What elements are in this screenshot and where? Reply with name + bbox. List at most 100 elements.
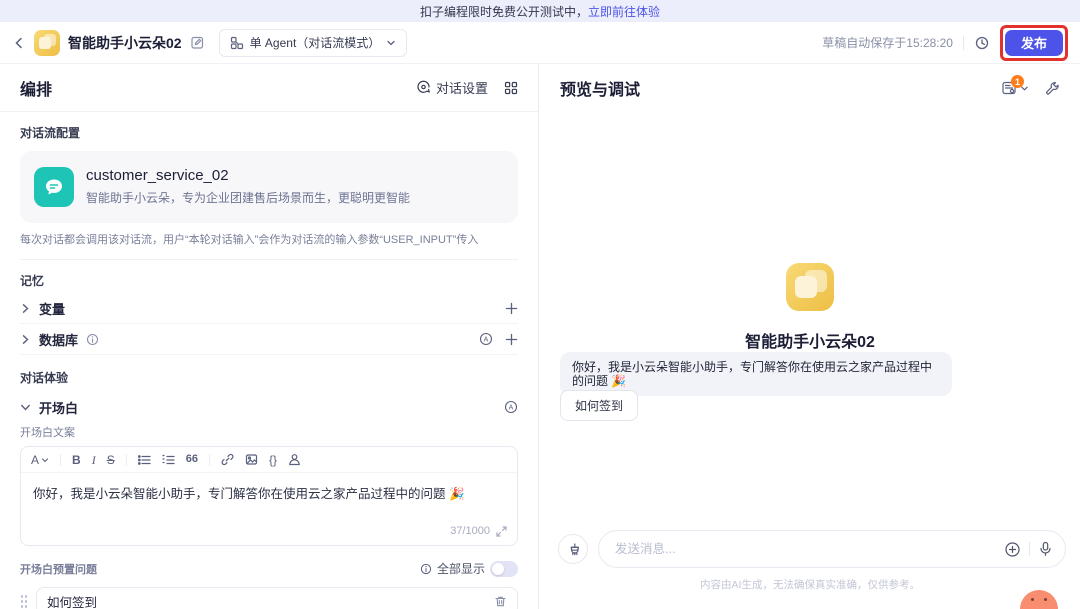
image-icon[interactable] xyxy=(245,453,258,466)
editor-footer: 37/1000 xyxy=(21,525,517,545)
edit-icon[interactable] xyxy=(190,35,205,50)
promo-link[interactable]: 立即前往体验 xyxy=(588,3,660,20)
italic-icon[interactable]: I xyxy=(92,454,96,466)
agent-mode-label: 单 Agent（对话流模式） xyxy=(249,36,381,50)
back-icon[interactable] xyxy=(12,36,26,50)
orchestration-panel: 编排 对话设置 对话流配置 customer_service_02 智能助手小云… xyxy=(0,64,539,609)
chat-input-bar xyxy=(540,530,1080,568)
publish-button[interactable]: 发布 xyxy=(1004,29,1063,56)
chevron-down-icon[interactable] xyxy=(20,402,31,413)
notification-badge: 1 xyxy=(1011,75,1024,88)
bold-icon[interactable]: B xyxy=(72,454,81,466)
microphone-icon[interactable] xyxy=(1038,541,1053,557)
opening-text-input[interactable]: 你好，我是小云朵智能小助手，专门解答你在使用云之家产品过程中的问题 🎉 xyxy=(21,473,517,525)
chevron-right-icon[interactable] xyxy=(20,334,31,345)
app-window: 扣子编程限时免费公开测试中， 立即前往体验 智能助手小云朵02 单 Agent（对… xyxy=(0,0,1080,609)
preset-question-header: 开场白预置问题 全部显示 xyxy=(20,560,518,577)
workflow-icon xyxy=(230,36,243,49)
bot-intro: 智能助手小云朵02 xyxy=(540,263,1080,352)
person-icon[interactable] xyxy=(288,453,301,466)
mascot-peek[interactable] xyxy=(1020,590,1058,609)
add-variable-icon[interactable] xyxy=(505,302,518,315)
suggested-question-chip[interactable]: 如何签到 xyxy=(560,390,639,421)
clear-history-icon[interactable] xyxy=(558,534,588,564)
orchestration-header: 编排 对话设置 xyxy=(0,64,538,112)
flow-section-label: 对话流配置 xyxy=(20,126,81,140)
bot-avatar xyxy=(34,29,60,56)
opening-row: 开场白 A xyxy=(20,392,518,422)
memory-section-label: 记忆 xyxy=(20,274,45,288)
variables-label: 变量 xyxy=(39,301,66,317)
database-label: 数据库 xyxy=(39,332,79,348)
auto-generate-icon[interactable]: A xyxy=(479,332,493,346)
grid-layout-icon[interactable] xyxy=(504,81,518,95)
preview-panel: 预览与调试 1 智能助手小云朵02 你好，我是小云朵智能小助手，专门解答你在使用… xyxy=(540,64,1080,609)
preview-header: 预览与调试 1 xyxy=(540,64,1080,112)
divider xyxy=(208,453,210,466)
history-icon[interactable] xyxy=(974,35,990,51)
promo-text: 扣子编程限时免费公开测试中， xyxy=(419,4,588,19)
chat-settings-icon xyxy=(417,80,431,93)
add-database-icon[interactable] xyxy=(505,333,518,346)
debug-panel-icon[interactable]: 1 xyxy=(1001,75,1029,96)
opening-editor: A B I S 66 {} 你好，我是小云朵智能小助手，专门解答你在使用云之家产… xyxy=(20,446,518,546)
preview-title: 预览与调试 xyxy=(560,82,641,99)
svg-text:A: A xyxy=(484,337,489,344)
agent-mode-select[interactable]: 单 Agent（对话流模式） xyxy=(218,28,408,57)
promo-banner: 扣子编程限时免费公开测试中， 立即前往体验 xyxy=(0,0,1080,22)
dialog-settings-button[interactable]: 对话设置 xyxy=(416,78,488,97)
chevron-right-icon[interactable] xyxy=(20,303,31,314)
svg-text:A: A xyxy=(509,405,514,412)
divider xyxy=(20,259,518,260)
workflow-chat-icon xyxy=(34,167,74,207)
preview-bot-name: 智能助手小云朵02 xyxy=(745,334,875,351)
experience-section-label: 对话体验 xyxy=(20,371,69,385)
header-right: 草稿自动保存于15:28:20 发布 xyxy=(822,24,1068,61)
auto-generate-icon[interactable]: A xyxy=(504,400,518,414)
attach-plus-icon[interactable] xyxy=(1004,541,1021,558)
editor-toolbar: A B I S 66 {} xyxy=(21,447,517,473)
orchestration-title: 编排 xyxy=(20,81,53,99)
ai-disclaimer: 内容由AI生成，无法确保真实准确，仅供参考。 xyxy=(700,579,920,591)
variables-row: 变量 xyxy=(20,293,518,324)
wrench-icon[interactable] xyxy=(1045,81,1060,96)
workflow-name: customer_service_02 xyxy=(86,167,229,184)
divider xyxy=(1029,542,1030,556)
dialog-settings-label: 对话设置 xyxy=(435,81,488,96)
info-icon xyxy=(420,563,432,574)
app-header: 智能助手小云朵02 单 Agent（对话流模式） 草稿自动保存于15:28:20… xyxy=(0,22,1080,64)
expand-icon[interactable] xyxy=(496,525,507,537)
opening-copy-label: 开场白文案 xyxy=(20,427,75,439)
preset-section-label: 开场白预置问题 xyxy=(20,563,97,576)
chevron-down-icon xyxy=(387,40,395,45)
blockquote-icon[interactable]: 66 xyxy=(186,454,198,465)
bot-avatar-large xyxy=(786,263,834,311)
header-left: 智能助手小云朵02 单 Agent（对话流模式） xyxy=(12,28,408,57)
message-input[interactable] xyxy=(615,542,996,556)
divider xyxy=(125,453,127,466)
preset-question-field xyxy=(36,587,518,609)
divider xyxy=(962,35,964,50)
font-style-icon[interactable]: A xyxy=(31,454,49,466)
bot-title: 智能助手小云朵02 xyxy=(68,34,182,51)
message-input-field xyxy=(598,530,1066,568)
ordered-list-icon[interactable] xyxy=(162,454,175,466)
workflow-card[interactable]: customer_service_02 智能助手小云朵，专为企业团建售后场景而生… xyxy=(20,151,518,223)
show-all-toggle[interactable] xyxy=(490,560,518,577)
preset-question-input[interactable] xyxy=(47,594,486,608)
delete-icon[interactable] xyxy=(494,595,507,608)
workflow-description: 智能助手小云朵，专为企业团建售后场景而生，更聪明更智能 xyxy=(86,191,411,205)
char-counter: 37/1000 xyxy=(450,525,490,537)
strikethrough-icon[interactable]: S xyxy=(107,454,115,466)
drag-handle-icon[interactable] xyxy=(20,594,28,608)
opening-label: 开场白 xyxy=(39,400,79,416)
divider xyxy=(60,453,62,466)
database-row: 数据库 A xyxy=(20,324,518,355)
bullet-list-icon[interactable] xyxy=(137,454,151,466)
show-all-label: 全部显示 xyxy=(436,562,485,576)
link-icon[interactable] xyxy=(221,453,234,466)
info-icon xyxy=(86,333,99,345)
workflow-hint: 每次对话都会调用该对话流，用户“本轮对话输入”会作为对话流的输入参数“USER_… xyxy=(20,234,479,246)
workflow-card-text: customer_service_02 智能助手小云朵，专为企业团建售后场景而生… xyxy=(86,167,410,207)
code-braces-icon[interactable]: {} xyxy=(269,454,277,466)
